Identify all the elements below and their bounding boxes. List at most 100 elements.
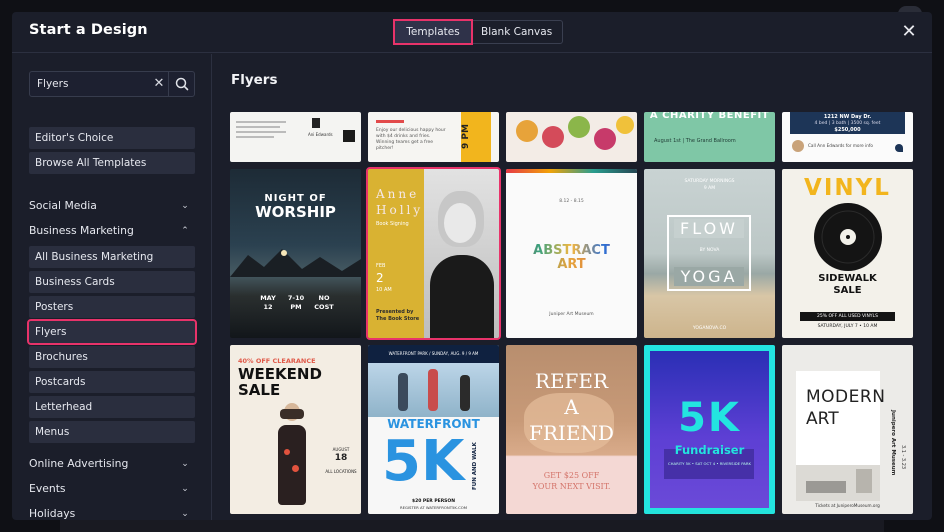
search-button[interactable]: [168, 72, 194, 96]
modal-header: Start a Design Templates Blank Canvas ✕: [12, 12, 932, 53]
event-presenter: Presented by The Book Store: [376, 309, 420, 322]
sidebar-item-postcards[interactable]: Postcards: [29, 371, 195, 393]
sidebar-item-brochures[interactable]: Brochures: [29, 346, 195, 368]
vinyl-subtitle-line1: SIDEWALK: [818, 273, 877, 284]
food-photo: [568, 116, 590, 138]
yoga-schedule: SATURDAY MORNINGS: [684, 179, 735, 184]
chevron-down-icon: ⌄: [181, 459, 189, 469]
background-footer: [60, 518, 884, 532]
5k-title: 5K: [678, 395, 741, 441]
tab-blank-canvas[interactable]: Blank Canvas: [471, 21, 562, 43]
chevron-down-icon: ⌄: [181, 509, 189, 519]
refer-offer-line2: YOUR NEXT VISIT.: [532, 482, 611, 491]
sidebar-category-business-marketing[interactable]: Business Marketing ⌃: [29, 222, 195, 240]
art-venue: Juniper Art Museum: [549, 312, 594, 317]
sidebar-category-holidays[interactable]: Holidays ⌄: [29, 505, 195, 520]
5k-subtitle: Fundraiser: [674, 443, 745, 457]
template-card[interactable]: NIGHT OF WORSHIP MAY 12 7-10 PM NO COST: [230, 169, 361, 338]
museum-tickets: Tickets at JuniperoMuseum.org: [815, 503, 880, 508]
waterfront-subtitle: FUN AND WALK: [472, 442, 478, 490]
template-card[interactable]: A CHARITY BENEFIT August 1st | The Grand…: [644, 112, 775, 162]
worship-cost-value: COST: [314, 303, 334, 311]
chevron-down-icon: ⌄: [181, 484, 189, 494]
sidebar-item-editors-choice[interactable]: Editor's Choice: [29, 127, 195, 149]
listing-address: 1212 NW Day Dr.: [823, 114, 872, 120]
yoga-title-line2: YOGA: [674, 267, 744, 286]
flyer-body-text: Enjoy our delicious happy hour with $4 d…: [376, 128, 446, 151]
close-icon[interactable]: ✕: [900, 23, 918, 41]
sale-month: AUGUST: [332, 447, 350, 452]
yoga-website: YOGANOVA.CO: [692, 326, 727, 331]
benefit-date: August 1st | The Grand Ballroom: [654, 138, 736, 144]
sidebar-category-label: Online Advertising: [29, 457, 129, 470]
art-dates: 8.12 - 8.15: [559, 199, 584, 204]
sidebar-category-label: Business Marketing: [29, 224, 134, 237]
worship-title-line2: WORSHIP: [255, 203, 336, 221]
template-card[interactable]: SATURDAY MORNINGS 9 AM FLOW BY NOVA YOGA…: [644, 169, 775, 338]
sidebar-category-events[interactable]: Events ⌄: [29, 480, 195, 498]
sidebar-category-label: Social Media: [29, 199, 97, 212]
runners-photo: [368, 363, 499, 417]
listing-header: 1212 NW Day Dr. 4 bed | 3 bath | 3500 sq…: [790, 112, 905, 134]
agent-avatar: [792, 140, 804, 152]
vinyl-discount-tag: 25% OFF ALL USED VINYLS: [800, 312, 895, 321]
sidebar-category-social-media[interactable]: Social Media ⌄: [29, 197, 195, 215]
template-card[interactable]: MODERN ART Junipero Art Museum 3.1 - 3.2…: [782, 345, 913, 514]
event-time: 10 AM: [376, 287, 392, 293]
sale-title-line2: SALE: [238, 381, 281, 399]
waterfront-register: REGISTER AT WATERFRONT5K.COM: [399, 505, 468, 510]
chevron-up-icon: ⌃: [181, 226, 189, 236]
template-card[interactable]: [506, 112, 637, 162]
food-photo: [594, 128, 616, 150]
sidebar-category-online-advertising[interactable]: Online Advertising ⌄: [29, 455, 195, 473]
art-title-line1: ABSTRACT: [506, 243, 637, 258]
vinyl-date: SATURDAY, JULY 7 • 10 AM: [817, 324, 878, 329]
sidebar-item-posters[interactable]: Posters: [29, 296, 195, 318]
tab-templates[interactable]: Templates: [393, 19, 473, 45]
gallery-title: Flyers: [231, 72, 278, 88]
sidebar-item-letterhead[interactable]: Letterhead: [29, 396, 195, 418]
template-card[interactable]: WATERFRONT PARK / SUNDAY, AUG. 9 / 9 AM …: [368, 345, 499, 514]
museum-dates: 3.1 - 3.23: [900, 444, 906, 470]
sidebar-category-label: Events: [29, 482, 66, 495]
template-gallery: Flyers Ani Edwards Enjoy our delicious h…: [213, 54, 932, 520]
yoga-title-line1: FLOW: [674, 219, 744, 238]
author-last-name: Holly: [376, 203, 424, 217]
search-box: ✕: [29, 71, 195, 97]
accent-bar: [376, 120, 404, 123]
agent-contact: Call Ann Edwards for more info: [808, 143, 873, 148]
flyer-time: 9 PM: [461, 124, 471, 150]
template-card[interactable]: 1212 NW Day Dr. 4 bed | 3 bath | 3500 sq…: [782, 112, 913, 162]
template-card[interactable]: 8.12 - 8.15 ABSTRACT ART Juniper Art Mus…: [506, 169, 637, 338]
sidebar-item-flyers[interactable]: Flyers: [27, 319, 197, 345]
template-card[interactable]: Enjoy our delicious happy hour with $4 d…: [368, 112, 499, 162]
time-panel: 9 PM: [461, 112, 491, 162]
event-type: Book Signing: [376, 221, 409, 227]
clear-x-icon[interactable]: ✕: [150, 72, 168, 96]
benefit-title: A CHARITY BENEFIT: [649, 112, 770, 121]
template-card[interactable]: VINYL SIDEWALK SALE 25% OFF ALL USED VIN…: [782, 169, 913, 338]
vinyl-subtitle-line2: SALE: [833, 285, 862, 296]
sidebar-item-browse-all[interactable]: Browse All Templates: [29, 152, 195, 174]
model-photo: [270, 403, 314, 514]
template-card[interactable]: Ani Edwards: [230, 112, 361, 162]
template-card[interactable]: 40% OFF CLEARANCE WEEKEND SALE AUGUST 18…: [230, 345, 361, 514]
sale-locations: ALL LOCATIONS: [325, 469, 357, 474]
listing-specs: 4 bed | 3 bath | 3500 sq. feet: [814, 121, 881, 126]
sidebar-item-menus[interactable]: Menus: [29, 421, 195, 443]
food-photo: [616, 116, 634, 134]
author-first-name: Anne: [376, 187, 420, 201]
template-card[interactable]: REFER A FRIEND GET $25 OFF YOUR NEXT VIS…: [506, 345, 637, 514]
template-card-selected[interactable]: Anne Holly Book Signing FEB 2 10 AM Pres…: [366, 167, 501, 340]
sidebar-item-business-cards[interactable]: Business Cards: [29, 271, 195, 293]
modern-art-title-line2: ART: [806, 409, 839, 429]
refer-title-line2: A: [564, 395, 579, 419]
text-block: [236, 118, 294, 158]
template-card[interactable]: 5K Fundraiser CHARITY 5K • SAT OCT 4 • R…: [644, 345, 775, 514]
qr-mark: [343, 130, 355, 142]
sidebar-item-all-business-marketing[interactable]: All Business Marketing: [29, 246, 195, 268]
vinyl-record-icon: [814, 203, 882, 271]
sidebar-category-label: Holidays: [29, 507, 76, 520]
search-input[interactable]: [30, 72, 148, 96]
brand-logo: [895, 144, 903, 152]
